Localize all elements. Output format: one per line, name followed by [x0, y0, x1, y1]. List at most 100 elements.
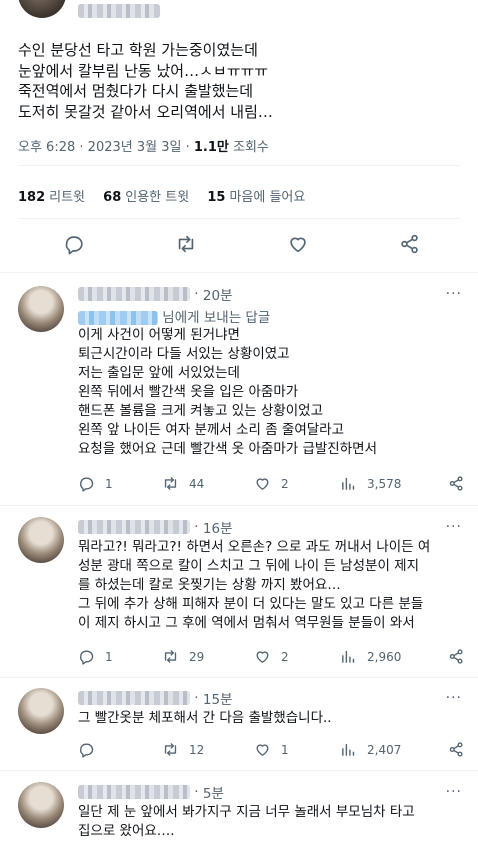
views-count: 2,407 [367, 742, 402, 757]
main-tweet-line: 도저히 못갈것 같아서 오리역에서 내림… [18, 102, 273, 121]
reply-button[interactable] [78, 741, 95, 758]
separator: · [194, 286, 199, 302]
author-name-blurred[interactable] [78, 785, 190, 799]
avatar[interactable] [18, 286, 64, 332]
like-button[interactable]: 2 [254, 648, 289, 665]
reply-header: · 20분 [78, 284, 233, 304]
mention-blurred[interactable] [78, 311, 158, 325]
reply-line: 핸드폰 볼륨을 크게 켜놓고 있는 상황이었고 [78, 403, 324, 419]
retweet-button[interactable]: 44 [162, 475, 204, 492]
more-options-icon[interactable]: ··· [446, 519, 462, 535]
retweet-icon [164, 743, 177, 756]
reply-time[interactable]: 20분 [203, 288, 233, 304]
retweet-button[interactable]: 29 [162, 648, 204, 665]
views-icon [342, 650, 355, 663]
reply-time[interactable]: 5분 [203, 786, 224, 802]
reply-line: 성분 광대 쪽으로 칼이 스치고 그 뒤에 나이 든 남성분이 제지 [78, 558, 419, 574]
author-name-blurred[interactable] [78, 520, 190, 534]
quotes-stat[interactable]: 68 인용한 트윗 [103, 190, 189, 205]
share-icon [449, 649, 463, 664]
reply-line: 퇴근시간이라 다들 서있는 상황이였고 [78, 346, 290, 362]
main-tweet-line: 눈앞에서 칼부림 난동 났어…ㅅㅂㅠㅠㅠ [18, 61, 269, 80]
share-button[interactable] [448, 741, 465, 758]
reply-time[interactable]: 16분 [203, 521, 233, 537]
separator: · [194, 690, 199, 706]
views-count: 3,578 [367, 476, 402, 491]
avatar[interactable] [18, 0, 66, 18]
reply-icon [80, 743, 94, 758]
tweet-date[interactable]: 2023년 3월 3일 [88, 140, 182, 155]
retweet-icon[interactable] [175, 233, 197, 255]
reply-header: · 16분 [78, 517, 233, 537]
divider [0, 770, 478, 771]
author-name-blurred[interactable] [78, 287, 190, 301]
reply-tweet[interactable]: · 16분 ··· 뭐라고?! 뭐라고?! 하면서 오른손? 으로 과도 꺼내서… [0, 517, 478, 677]
reply-line: 왼쪽 앞 나이든 여자 분께서 소리 좀 줄여달라고 [78, 422, 345, 438]
likes-stat[interactable]: 15 마음에 들어요 [207, 190, 305, 205]
retweets-stat[interactable]: 182 리트윗 [18, 190, 85, 205]
reply-tweet[interactable]: · 5분 ··· 일단 제 눈 앞에서 봐가지구 지금 너무 놀래서 부모님차 … [0, 782, 478, 847]
reply-text: 뭐라고?! 뭐라고?! 하면서 오른손? 으로 과도 꺼내서 나이든 여 성분 … [78, 538, 464, 633]
avatar[interactable] [18, 517, 64, 563]
reply-line: 이 제지 하시고 그 후에 역에서 멈춰서 역무원들 분들이 와서 [78, 615, 415, 631]
views-icon [342, 743, 355, 756]
reply-action-bar: 1 44 2 3,578 [78, 475, 468, 493]
reply-line: 집으로 왔어요…. [78, 823, 175, 839]
share-button[interactable] [448, 475, 465, 492]
avatar[interactable] [18, 782, 64, 828]
reply-time[interactable]: 15분 [203, 692, 233, 708]
like-count: 1 [281, 742, 289, 757]
reply-count: 1 [105, 476, 113, 491]
more-options-icon[interactable]: ··· [446, 286, 462, 302]
more-options-icon[interactable]: ··· [446, 690, 462, 706]
separator: · [194, 784, 199, 800]
retweet-icon [164, 650, 177, 663]
like-count: 2 [281, 649, 289, 664]
divider [18, 165, 460, 166]
retweets-count: 182 [18, 190, 46, 205]
reply-button[interactable]: 1 [78, 648, 113, 665]
views-count: 2,960 [367, 649, 402, 664]
reply-icon[interactable] [63, 233, 85, 255]
replying-to-label: 님에게 보내는 답글 [162, 310, 271, 326]
retweet-count: 12 [189, 742, 205, 757]
views-count: 1.1만 [193, 140, 229, 155]
main-tweet-text: 수인 분당선 타고 학원 가는중이였는데 눈앞에서 칼부림 난동 났어…ㅅㅂㅠㅠ… [18, 40, 458, 122]
reply-icon [80, 650, 94, 665]
reply-line: 뭐라고?! 뭐라고?! 하면서 오른손? 으로 과도 꺼내서 나이든 여 [78, 539, 431, 555]
main-action-bar [0, 233, 478, 259]
reply-header: · 5분 [78, 782, 224, 802]
tweet-time[interactable]: 오후 6:28 [18, 140, 75, 155]
reply-header: · 15분 [78, 688, 233, 708]
reply-tweet[interactable]: · 20분 ··· 님에게 보내는 답글 이게 사건이 어떻게 된거냐면 퇴근시… [0, 284, 478, 506]
share-icon[interactable] [399, 233, 421, 255]
reply-line: 를 하셨는데 칼로 옷찢기는 상황 까지 봤어요… [78, 577, 341, 593]
reply-line: 그 뒤에 추가 상해 피해자 분이 더 있다는 말도 있고 다른 분들 [78, 596, 424, 612]
separator: · [79, 140, 84, 155]
retweet-button[interactable]: 12 [162, 741, 204, 758]
reply-tweet[interactable]: · 15분 ··· 그 빨간옷분 체포해서 간 다음 출발했습니다.. 12 1… [0, 688, 478, 768]
likes-count: 15 [207, 190, 226, 205]
reply-button[interactable]: 1 [78, 475, 113, 492]
replying-to: 님에게 보내는 답글 [78, 306, 270, 326]
more-options-icon[interactable]: ··· [446, 784, 462, 800]
separator: · [194, 519, 199, 535]
share-icon [449, 742, 463, 757]
author-name-blurred[interactable] [78, 691, 190, 705]
author-name-blurred[interactable] [78, 4, 160, 18]
views-button[interactable]: 3,578 [340, 475, 401, 492]
views-icon [342, 477, 355, 490]
reply-line: 일단 제 눈 앞에서 봐가지구 지금 너무 놀래서 부모님차 타고 [78, 804, 415, 820]
like-button[interactable]: 2 [254, 475, 289, 492]
retweet-count: 29 [189, 649, 205, 664]
avatar[interactable] [18, 688, 64, 734]
reply-text: 그 빨간옷분 체포해서 간 다음 출발했습니다.. [78, 709, 464, 728]
reply-count: 1 [105, 649, 113, 664]
share-button[interactable] [448, 648, 465, 665]
views-button[interactable]: 2,407 [340, 741, 401, 758]
reply-action-bar: 12 1 2,407 [78, 741, 468, 759]
quotes-label: 인용한 트윗 [125, 190, 190, 205]
views-button[interactable]: 2,960 [340, 648, 401, 665]
like-icon[interactable] [287, 233, 309, 255]
like-button[interactable]: 1 [254, 741, 289, 758]
